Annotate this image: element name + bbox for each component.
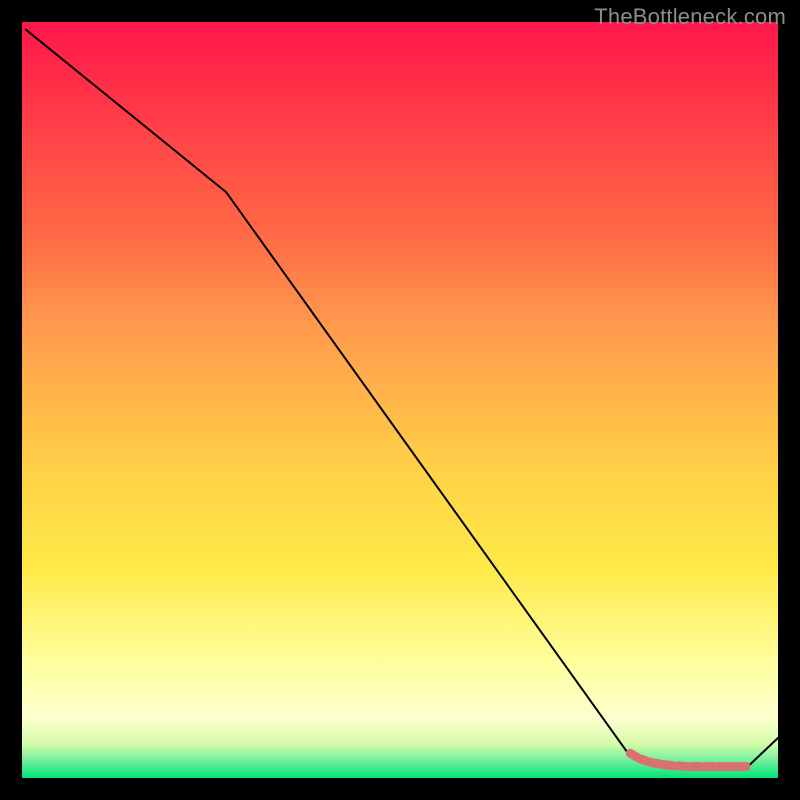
plot-background bbox=[22, 22, 778, 778]
highlight-dash bbox=[652, 763, 660, 764]
chart-container: TheBottleneck.com bbox=[0, 0, 800, 800]
chart-svg bbox=[0, 0, 800, 800]
highlight-dash bbox=[641, 759, 648, 761]
watermark-text: TheBottleneck.com bbox=[594, 4, 786, 30]
highlight-dash bbox=[664, 765, 673, 766]
highlight-dash bbox=[630, 753, 637, 757]
